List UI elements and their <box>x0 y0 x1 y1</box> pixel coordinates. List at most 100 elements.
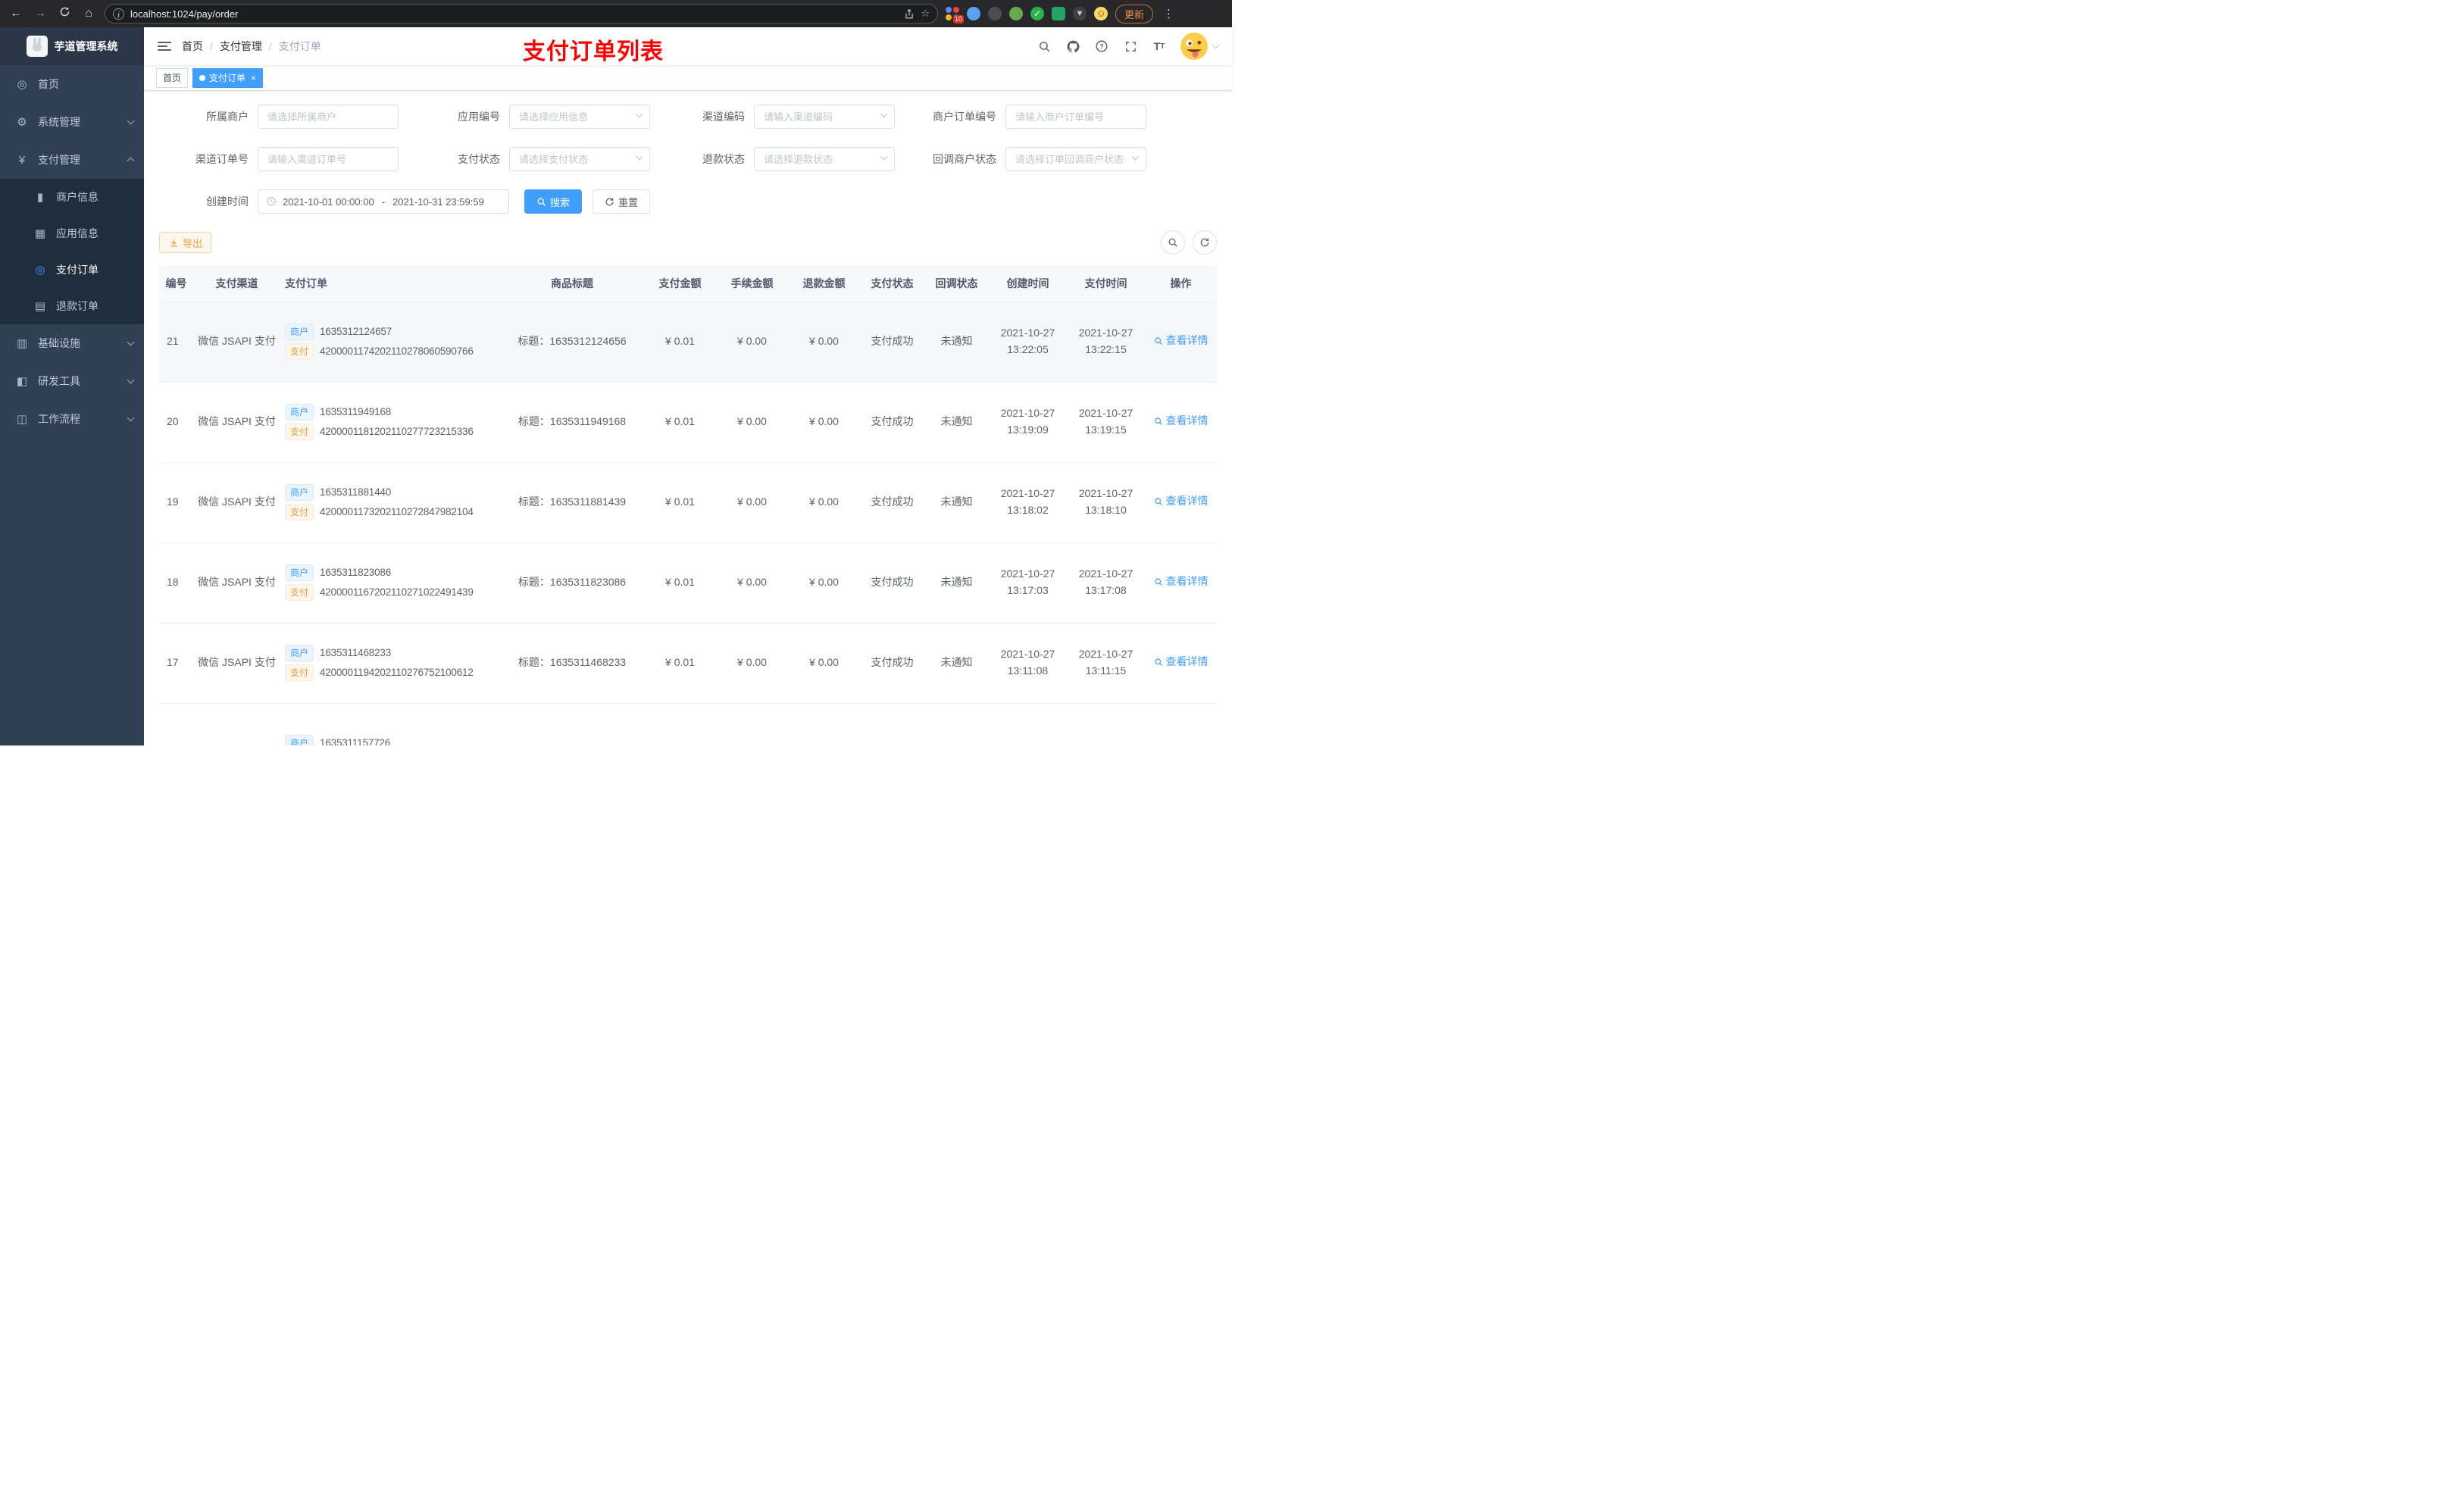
app-id-filter-label: 应用编号 <box>458 111 500 123</box>
chevron-up-icon <box>127 157 135 165</box>
forward-icon[interactable]: → <box>32 7 48 20</box>
download-icon <box>170 239 177 246</box>
sidebar-item-merchant-info[interactable]: ▮ 商户信息 <box>0 179 144 215</box>
url-text[interactable]: localhost:1024/pay/order <box>130 8 238 20</box>
search-button[interactable]: 搜索 <box>524 189 583 214</box>
refresh-table-button[interactable] <box>1193 230 1217 255</box>
search-icon[interactable] <box>1036 38 1052 55</box>
font-size-icon[interactable]: TT <box>1151 38 1168 55</box>
back-icon[interactable]: ← <box>8 7 24 20</box>
merchant-tag: 商户 <box>285 564 314 581</box>
caret-down-icon <box>1212 41 1220 49</box>
date-end-value: 2021-10-31 23:59:59 <box>392 195 484 208</box>
table-row: 19 微信 JSAPI 支付 商户 1635311881440 支付 4200001… <box>159 462 1217 543</box>
breadcrumb: 首页 / 支付管理 / 支付订单 <box>182 39 321 54</box>
reload-icon[interactable] <box>56 6 73 21</box>
pay-tag: 支付 <box>285 664 314 681</box>
chrome-update-button[interactable]: 更新 <box>1115 4 1154 23</box>
extension-pin-icon[interactable]: ▼ <box>1073 7 1087 20</box>
notify-status-filter-select[interactable] <box>1005 147 1146 171</box>
app-title: 芋道管理系统 <box>54 40 118 52</box>
breadcrumb-pay-management[interactable]: 支付管理 <box>220 39 262 54</box>
extension-chat-icon[interactable] <box>1052 7 1065 20</box>
help-icon[interactable]: ? <box>1093 38 1110 55</box>
sidebar-item-pay-order[interactable]: ◎ 支付订单 <box>0 252 144 288</box>
breadcrumb-home[interactable]: 首页 <box>182 39 203 54</box>
sidebar-item-workflow[interactable]: ◫ 工作流程 <box>0 400 144 438</box>
view-detail-link[interactable]: 查看详情 <box>1154 654 1209 670</box>
extension-drop-icon[interactable] <box>967 7 980 20</box>
view-detail-link[interactable]: 查看详情 <box>1154 574 1209 590</box>
user-menu[interactable] <box>1180 32 1220 61</box>
sidebar-item-infrastructure[interactable]: ▥ 基础设施 <box>0 324 144 362</box>
close-tab-icon[interactable]: × <box>251 73 256 83</box>
search-icon <box>537 198 546 206</box>
extension-green-icon[interactable] <box>1009 7 1023 20</box>
channel-order-no-filter-input[interactable] <box>258 147 399 171</box>
extensions-icon[interactable]: 10 <box>946 7 964 23</box>
view-detail-link[interactable]: 查看详情 <box>1154 493 1209 510</box>
pay-status-filter-label: 支付状态 <box>458 153 500 165</box>
refund-status-filter-select[interactable] <box>754 147 895 171</box>
app-id-filter-select[interactable] <box>509 105 650 129</box>
toggle-search-button[interactable] <box>1161 230 1185 255</box>
merchant-filter-label: 所属商户 <box>206 111 249 123</box>
channel-code-filter-label: 渠道编码 <box>702 111 745 123</box>
view-detail-link[interactable]: 查看详情 <box>1154 333 1209 349</box>
refund-status-filter-label: 退款状态 <box>702 153 745 165</box>
target-icon: ◎ <box>35 264 45 277</box>
date-start-value: 2021-10-01 00:00:00 <box>283 195 374 208</box>
sidebar-item-payment[interactable]: ¥ 支付管理 <box>0 141 144 179</box>
bookmark-star-icon[interactable]: ☆ <box>921 8 930 20</box>
chevron-down-icon <box>127 414 135 422</box>
user-avatar <box>1180 33 1208 60</box>
channel-order-no-filter-label: 渠道订单号 <box>195 153 249 165</box>
hamburger-icon[interactable] <box>158 39 171 53</box>
active-dot <box>199 74 206 81</box>
grid-icon: ▦ <box>34 227 46 240</box>
table-header-row: 编号 支付渠道 支付订单 商品标题 支付金额 手续金额 退款金额 支付状态 回调… <box>159 265 1217 302</box>
extension-dark-icon[interactable] <box>988 7 1002 20</box>
sidebar-item-dev-tools[interactable]: ◧ 研发工具 <box>0 362 144 400</box>
pay-order-table: 编号 支付渠道 支付订单 商品标题 支付金额 手续金额 退款金额 支付状态 回调… <box>159 265 1217 746</box>
table-row-partial: 商户 1635311157726 <box>159 703 1217 746</box>
merchant-order-no-filter-input[interactable] <box>1005 105 1146 129</box>
tab-pay-order[interactable]: 支付订单 × <box>192 67 264 88</box>
view-detail-link[interactable]: 查看详情 <box>1154 413 1209 430</box>
app-logo: 芋道管理系统 <box>0 27 144 65</box>
page-content: 所属商户 应用编号 渠道编码 商户订单编号 <box>144 91 1232 746</box>
browser-menu-icon[interactable]: ⋮ <box>1161 7 1177 20</box>
reset-button[interactable]: 重置 <box>593 189 651 214</box>
tags-view-bar: 首页 支付订单 × <box>144 65 1232 91</box>
logo-rabbit-icon <box>26 36 48 57</box>
channel-code-filter-select[interactable] <box>754 105 895 129</box>
sidebar-item-app-info[interactable]: ▦ 应用信息 <box>0 215 144 252</box>
svg-text:?: ? <box>1099 43 1103 50</box>
sidebar-item-refund-order[interactable]: ▤ 退款订单 <box>0 288 144 324</box>
merchant-filter-input[interactable] <box>258 105 399 129</box>
date-range-picker[interactable]: 2021-10-01 00:00:00 - 2021-10-31 23:59:5… <box>258 189 509 214</box>
address-bar[interactable]: i localhost:1024/pay/order ☆ <box>105 4 938 23</box>
clock-icon <box>267 197 276 206</box>
site-info-icon[interactable]: i <box>113 8 124 20</box>
create-time-filter-label: 创建时间 <box>206 195 249 208</box>
pay-tag: 支付 <box>285 343 314 360</box>
table-row: 21 微信 JSAPI 支付 商户 1635312124657 支付 4200001… <box>159 302 1217 383</box>
merchant-order-no-filter-label: 商户订单编号 <box>933 111 996 123</box>
home-icon[interactable]: ⌂ <box>80 7 97 20</box>
sidebar-item-home[interactable]: ◎ 首页 <box>0 65 144 103</box>
profile-avatar-icon[interactable]: ☺ <box>1094 7 1108 20</box>
extension-check-icon[interactable]: ✓ <box>1030 7 1044 20</box>
export-button[interactable]: 导出 <box>159 232 213 253</box>
share-icon[interactable] <box>904 8 915 20</box>
chevron-down-icon <box>127 117 135 125</box>
tab-home[interactable]: 首页 <box>156 67 189 88</box>
github-icon[interactable] <box>1065 38 1081 55</box>
pay-status-filter-select[interactable] <box>509 147 650 171</box>
breadcrumb-current: 支付订单 <box>278 40 321 52</box>
sidebar-item-system[interactable]: ⚙ 系统管理 <box>0 103 144 141</box>
table-row: 17 微信 JSAPI 支付 商户 1635311468233 支付 4200001… <box>159 623 1217 704</box>
fullscreen-icon[interactable] <box>1122 38 1139 55</box>
browser-chrome: ← → ⌂ i localhost:1024/pay/order ☆ 10 ✓ … <box>0 0 1232 27</box>
toolbox-icon: ◧ <box>16 375 28 388</box>
